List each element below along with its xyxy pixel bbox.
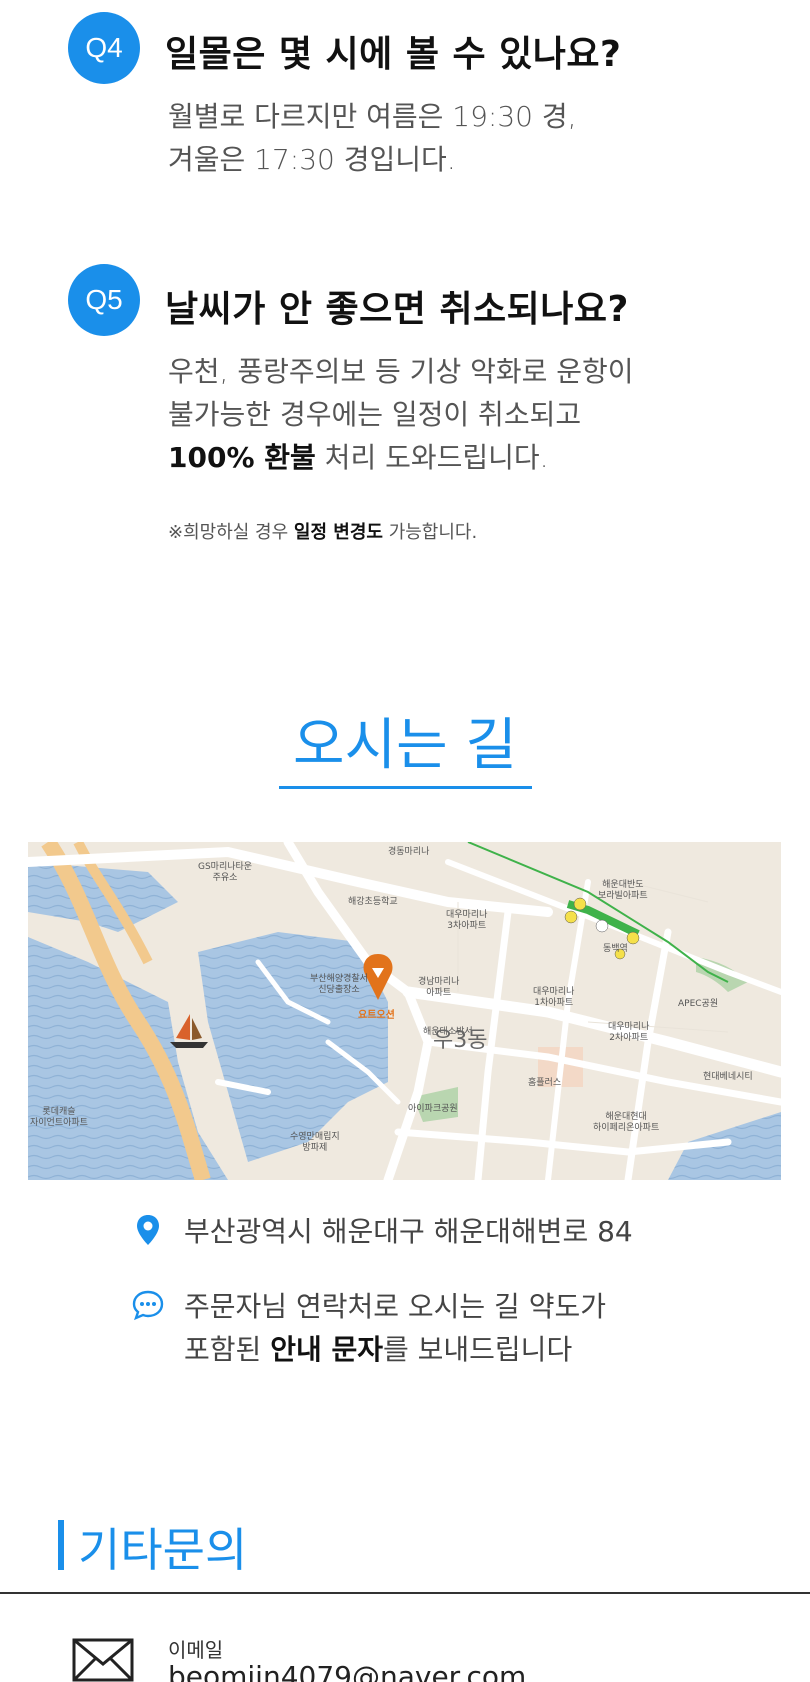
q5-answer-line-1: 우천, 풍랑주의보 등 기상 악화로 운항이: [168, 355, 634, 388]
schedule-change-note: ※희망하실 경우 일정 변경도 가능합니다.: [168, 518, 477, 544]
exit-2-marker: [626, 931, 640, 945]
map-label-gs-station: GS마리나타운 주유소: [198, 862, 253, 883]
map-label-school: 해강초등학교: [348, 897, 398, 907]
map-label-haeundae-hyundai: 해운대현대 하이페리온아파트: [593, 1112, 660, 1133]
q4-question: 일몰은 몇 시에 볼 수 있나요?: [165, 34, 622, 75]
q5-answer-line-3-rest: 처리 도와드립니다.: [315, 441, 549, 474]
sms-notice-row: 주문자님 연락처로 오시는 길 약도가 포함된 안내 문자를 보내드립니다: [130, 1285, 606, 1371]
map-graphic: [28, 842, 781, 1180]
location-map[interactable]: GS마리나타운 주유소 경동마리나 해강초등학교 대우마리나 3차아파트 해운대반도…: [28, 842, 781, 1180]
contact-title-accent: [58, 1520, 64, 1570]
q4-answer-line-2: 겨울은 17:30 경입니다.: [168, 143, 456, 176]
map-label-daewoo-2: 대우마리나 2차아파트: [608, 1022, 650, 1043]
map-label-daewoo-3: 대우마리나 3차아파트: [446, 910, 488, 931]
q5-question: 날씨가 안 좋으면 취소되나요?: [165, 289, 629, 330]
map-label-daewoo-1: 대우마리나 1차아파트: [533, 987, 575, 1008]
contact-title: 기타문의: [78, 1523, 248, 1577]
station-marker: [595, 919, 609, 933]
map-label-police: 부산해양경찰서 신당출장소: [310, 974, 368, 995]
directions-title-underline: [279, 786, 532, 789]
address-row: 부산광역시 해운대구 해운대해변로 84: [130, 1210, 633, 1253]
note-highlight: 일정 변경도: [293, 522, 383, 543]
q4-answer-line-1: 월별로 다르지만 여름은 19:30 경,: [168, 100, 577, 133]
map-label-homeplus: 홈플러스: [528, 1078, 562, 1088]
directions-title: 오시는 길: [293, 713, 517, 778]
note-suffix: 가능합니다.: [382, 522, 478, 543]
map-label-gyeongnam: 경남마리나 아파트: [418, 977, 460, 998]
map-label-lotte-castle: 롯데캐슬 자이언트아파트: [30, 1107, 88, 1128]
email-label: 이메일: [168, 1638, 224, 1662]
map-label-u3dong: 우3동: [433, 1028, 488, 1053]
location-pin-icon: [137, 1215, 159, 1245]
email-address-link[interactable]: beomjin4079@naver.com: [168, 1660, 526, 1682]
sms-line-2-prefix: 포함된: [184, 1333, 271, 1366]
note-prefix: ※희망하실 경우: [168, 522, 294, 543]
map-label-dongbaek-station: 동백역: [603, 944, 628, 954]
q5-answer-line-2: 불가능한 경우에는 일정이 취소되고: [168, 398, 582, 431]
map-label-apec-park: APEC공원: [678, 999, 719, 1009]
map-label-gyeongdong: 경동마리나: [388, 847, 430, 857]
chat-bubble-icon: [132, 1290, 164, 1321]
sms-line-1: 주문자님 연락처로 오시는 길 약도가: [184, 1290, 607, 1323]
refund-highlight: 100% 환불: [168, 441, 316, 474]
q5-badge: Q5: [68, 264, 140, 336]
exit-3-marker: [564, 910, 578, 924]
sms-line-2-suffix: 를 보내드립니다: [382, 1333, 573, 1366]
q5-answer-line-3: 100% 환불 처리 도와드립니다.: [168, 436, 549, 479]
exit-4-marker: [573, 897, 587, 911]
map-label-ipark: 아이파크공원: [408, 1104, 458, 1114]
q4-badge: Q4: [68, 12, 140, 84]
map-label-yacht-ocean: 요트오션: [358, 1010, 395, 1021]
sms-highlight: 안내 문자: [270, 1333, 383, 1366]
contact-divider: [0, 1592, 810, 1594]
map-label-hyundai-venecity: 현대베네시티: [703, 1072, 753, 1082]
sms-notice-text: 주문자님 연락처로 오시는 길 약도가 포함된 안내 문자를 보내드립니다: [184, 1285, 606, 1371]
map-label-haeundae-bando: 해운대반도 보라빌아파트: [598, 880, 648, 901]
envelope-icon: [72, 1638, 134, 1682]
sms-line-2: 포함된 안내 문자를 보내드립니다: [184, 1328, 606, 1371]
address-text: 부산광역시 해운대구 해운대해변로 84: [184, 1215, 633, 1248]
map-label-suyeong: 수영만매립지 방파제: [290, 1132, 340, 1153]
